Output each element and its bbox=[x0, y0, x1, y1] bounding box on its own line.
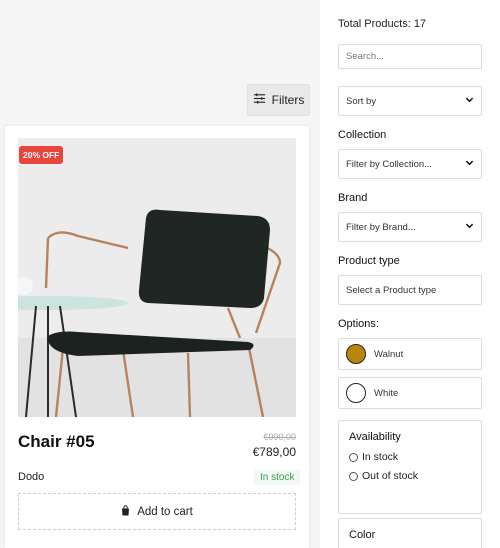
availability-filter: Availability In stock Out of stock bbox=[338, 420, 482, 514]
total-products: Total Products: 17 bbox=[338, 18, 427, 30]
stock-badge: In stock bbox=[254, 470, 301, 485]
chevron-down-icon bbox=[465, 95, 474, 107]
filters-label: Filters bbox=[271, 93, 305, 107]
compare-price: €990,00 bbox=[263, 432, 296, 442]
add-to-cart-label: Add to cart bbox=[137, 505, 193, 518]
product-type-heading: Product type bbox=[338, 255, 400, 267]
radio-icon[interactable] bbox=[349, 471, 358, 481]
color-filter[interactable]: Color bbox=[338, 518, 482, 548]
product-image[interactable] bbox=[18, 138, 296, 417]
in-stock-option[interactable]: In stock bbox=[349, 451, 471, 463]
brand-select[interactable]: Filter by Brand... bbox=[338, 212, 482, 242]
radio-icon[interactable] bbox=[349, 452, 358, 462]
out-of-stock-label: Out of stock bbox=[362, 470, 419, 482]
option-label: Walnut bbox=[374, 348, 404, 360]
brand-value: Filter by Brand... bbox=[346, 221, 416, 233]
sort-select[interactable]: Sort by bbox=[338, 86, 482, 116]
product-type-select[interactable]: Select a Product type bbox=[338, 275, 482, 305]
product-vendor: Dodo bbox=[18, 471, 45, 483]
chevron-down-icon bbox=[465, 158, 474, 170]
options-heading: Options: bbox=[338, 318, 379, 330]
sort-value: Sort by bbox=[346, 95, 377, 107]
sliders-icon bbox=[253, 92, 266, 108]
option-walnut[interactable]: Walnut bbox=[338, 338, 482, 370]
product-price: €789,00 bbox=[252, 445, 296, 459]
filters-button[interactable]: Filters bbox=[247, 84, 310, 116]
option-white[interactable]: White bbox=[338, 377, 482, 409]
product-title[interactable]: Chair #05 bbox=[18, 432, 95, 452]
shopping-bag-icon bbox=[121, 504, 130, 519]
walnut-swatch bbox=[346, 344, 366, 364]
brand-heading: Brand bbox=[338, 192, 368, 204]
add-to-cart-button[interactable]: Add to cart bbox=[18, 493, 296, 530]
availability-heading: Availability bbox=[349, 431, 401, 443]
option-label: White bbox=[374, 387, 399, 399]
search-placeholder: Search... bbox=[346, 51, 385, 62]
white-swatch bbox=[346, 383, 366, 403]
search-input[interactable]: Search... bbox=[338, 44, 482, 69]
color-heading: Color bbox=[349, 529, 376, 541]
collection-select[interactable]: Filter by Collection... bbox=[338, 149, 482, 179]
chevron-down-icon bbox=[465, 221, 474, 233]
collection-heading: Collection bbox=[338, 129, 387, 141]
discount-badge: 20% OFF bbox=[19, 146, 64, 164]
collection-value: Filter by Collection... bbox=[346, 158, 433, 170]
product-type-value: Select a Product type bbox=[346, 284, 437, 296]
in-stock-label: In stock bbox=[362, 451, 399, 463]
out-of-stock-option[interactable]: Out of stock bbox=[349, 470, 471, 482]
